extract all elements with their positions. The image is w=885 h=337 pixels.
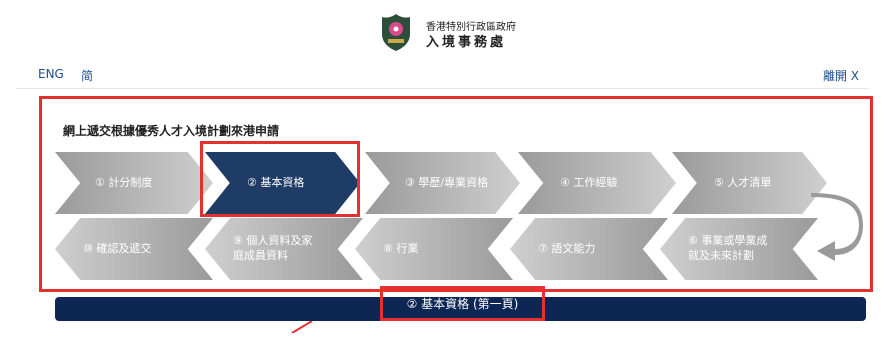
department-name: 香港特別行政區政府 入境事務處 [426, 22, 516, 51]
form-title: 網上遞交根據優秀人才入境計劃來港申請 [63, 124, 280, 138]
step-label: ⑤ 人才清單 [714, 175, 772, 189]
step-label: ④ 工作經驗 [560, 175, 618, 189]
step-label: ⑦ 語文能力 [538, 241, 596, 255]
step-label: ③ 學歷/專業資格 [405, 175, 489, 189]
step-label: ⑥ 事業或學業成就及未來計劃 [688, 234, 768, 262]
immigration-emblem-icon [379, 12, 413, 52]
section-header-label: ② 基本資格 (第一頁) [380, 286, 545, 321]
exit-link[interactable]: 離開 X [823, 67, 859, 84]
annotation-arrow-icon [290, 318, 314, 334]
step-label: ⑧ 行業 [383, 241, 419, 255]
step-label: ⑨ 個人資料及家庭成員資料 [233, 234, 313, 262]
step-label: ① 計分制度 [95, 175, 153, 189]
language-english-link[interactable]: ENG [38, 67, 64, 81]
department-government-text: 香港特別行政區政府 [426, 22, 516, 33]
language-simplified-link[interactable]: 简 [81, 67, 93, 84]
step-label: ⑩ 確認及遞交 [83, 241, 152, 255]
department-title: 入境事務處 [426, 34, 507, 50]
active-step-highlight [200, 141, 360, 217]
u-turn-arrow-icon [809, 193, 863, 263]
section-header-text: ② 基本資格 (第一頁) [406, 297, 519, 311]
header-divider [16, 88, 869, 89]
